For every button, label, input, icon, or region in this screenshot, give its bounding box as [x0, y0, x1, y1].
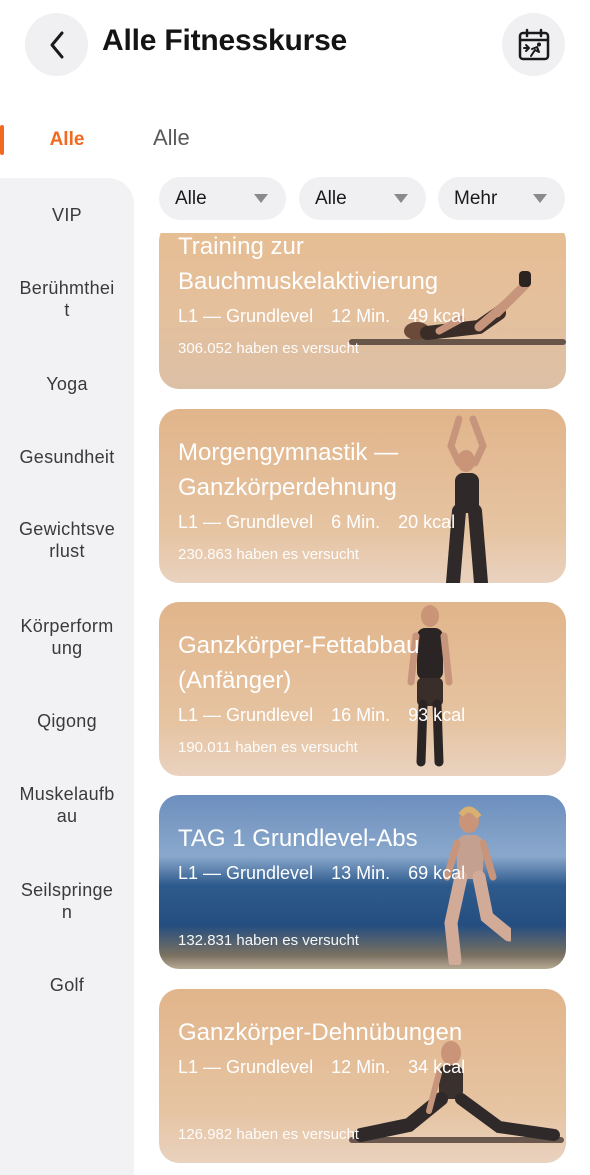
sidebar-item-alle[interactable]: Alle — [0, 122, 134, 158]
sidebar-item-gewichtsverlust[interactable]: Gewichtsve rlust — [0, 518, 134, 562]
participant-count: 126.982 haben es versucht — [178, 1126, 359, 1143]
course-card[interactable]: TAG 1 Grundlevel-Abs L1 — Grundlevel 13 M… — [159, 795, 566, 969]
sidebar-header: Alle — [0, 90, 134, 180]
caret-down-icon — [533, 194, 547, 203]
sidebar-item-qigong[interactable]: Qigong — [0, 710, 134, 732]
page-title: Alle Fitnesskurse — [102, 24, 348, 57]
calendar-button[interactable] — [502, 13, 565, 76]
filter-label: Mehr — [454, 187, 498, 209]
caret-down-icon — [254, 194, 268, 203]
course-title: Morgengymnastik — Ganzkörperdehnung — [178, 439, 399, 501]
course-title: TAG 1 Grundlevel-Abs — [178, 825, 418, 852]
participant-count: 306.052 haben es versucht — [178, 340, 359, 357]
filter-label: Alle — [315, 187, 347, 209]
sidebar: VIP Berühmthei t Yoga Gesundheit Gewicht… — [0, 178, 134, 1175]
course-card[interactable]: Morgengymnastik — Ganzkörperdehnung L1 —… — [159, 409, 566, 583]
participant-count: 230.863 haben es versucht — [178, 546, 359, 563]
participant-count: 132.831 haben es versucht — [178, 932, 359, 949]
course-meta: L1 — Grundlevel 12 Min. 49 kcal — [178, 306, 466, 326]
calendar-exercise-icon — [518, 28, 549, 60]
chevron-left-icon — [50, 31, 63, 58]
section-title: Alle — [153, 125, 190, 150]
course-list[interactable]: Training zur Bauchmuskelaktivierung L1 —… — [159, 233, 566, 1175]
sidebar-item-gesundheit[interactable]: Gesundheit — [0, 446, 134, 468]
course-meta: L1 — Grundlevel 6 Min. 20 kcal — [178, 512, 456, 532]
sidebar-item-beruehmtheit[interactable]: Berühmthei t — [0, 277, 134, 321]
course-meta: L1 — Grundlevel 13 Min. 69 kcal — [178, 863, 466, 883]
course-title: Ganzkörper-Fettabbau (Anfänger) — [178, 632, 420, 694]
sidebar-item-label: Alle — [49, 129, 85, 150]
athlete-stretching-image — [446, 415, 488, 583]
filter-dropdown-1[interactable]: Alle — [159, 177, 286, 220]
participant-count: 190.011 haben es versucht — [178, 739, 358, 756]
sidebar-item-seilspringen[interactable]: Seilspringe n — [0, 879, 134, 923]
course-title: Training zur Bauchmuskelaktivierung — [178, 233, 439, 295]
top-bar: Alle Fitnesskurse — [0, 0, 590, 90]
course-meta: L1 — Grundlevel 12 Min. 34 kcal — [178, 1057, 466, 1077]
sidebar-item-golf[interactable]: Golf — [0, 974, 134, 996]
sidebar-item-yoga[interactable]: Yoga — [0, 373, 134, 395]
course-card[interactable]: Ganzkörper-Dehnübungen L1 — Grundlevel 12… — [159, 989, 566, 1163]
back-button[interactable] — [25, 13, 88, 76]
sidebar-item-vip[interactable]: VIP — [0, 204, 134, 226]
course-title: Ganzkörper-Dehnübungen — [178, 1019, 463, 1046]
course-card[interactable]: Training zur Bauchmuskelaktivierung L1 —… — [159, 233, 566, 389]
filter-dropdown-more[interactable]: Mehr — [438, 177, 565, 220]
filter-label: Alle — [175, 187, 207, 209]
sidebar-item-koerperformung[interactable]: Körperform ung — [0, 615, 134, 659]
athlete-kneeling-image — [443, 806, 511, 965]
sidebar-item-muskelaufbau[interactable]: Muskelaufb au — [0, 783, 134, 827]
filter-dropdown-2[interactable]: Alle — [299, 177, 426, 220]
course-card[interactable]: Ganzkörper-Fettabbau (Anfänger) L1 — Gru… — [159, 602, 566, 776]
course-meta: L1 — Grundlevel 16 Min. 93 kcal — [178, 705, 466, 725]
caret-down-icon — [394, 194, 408, 203]
